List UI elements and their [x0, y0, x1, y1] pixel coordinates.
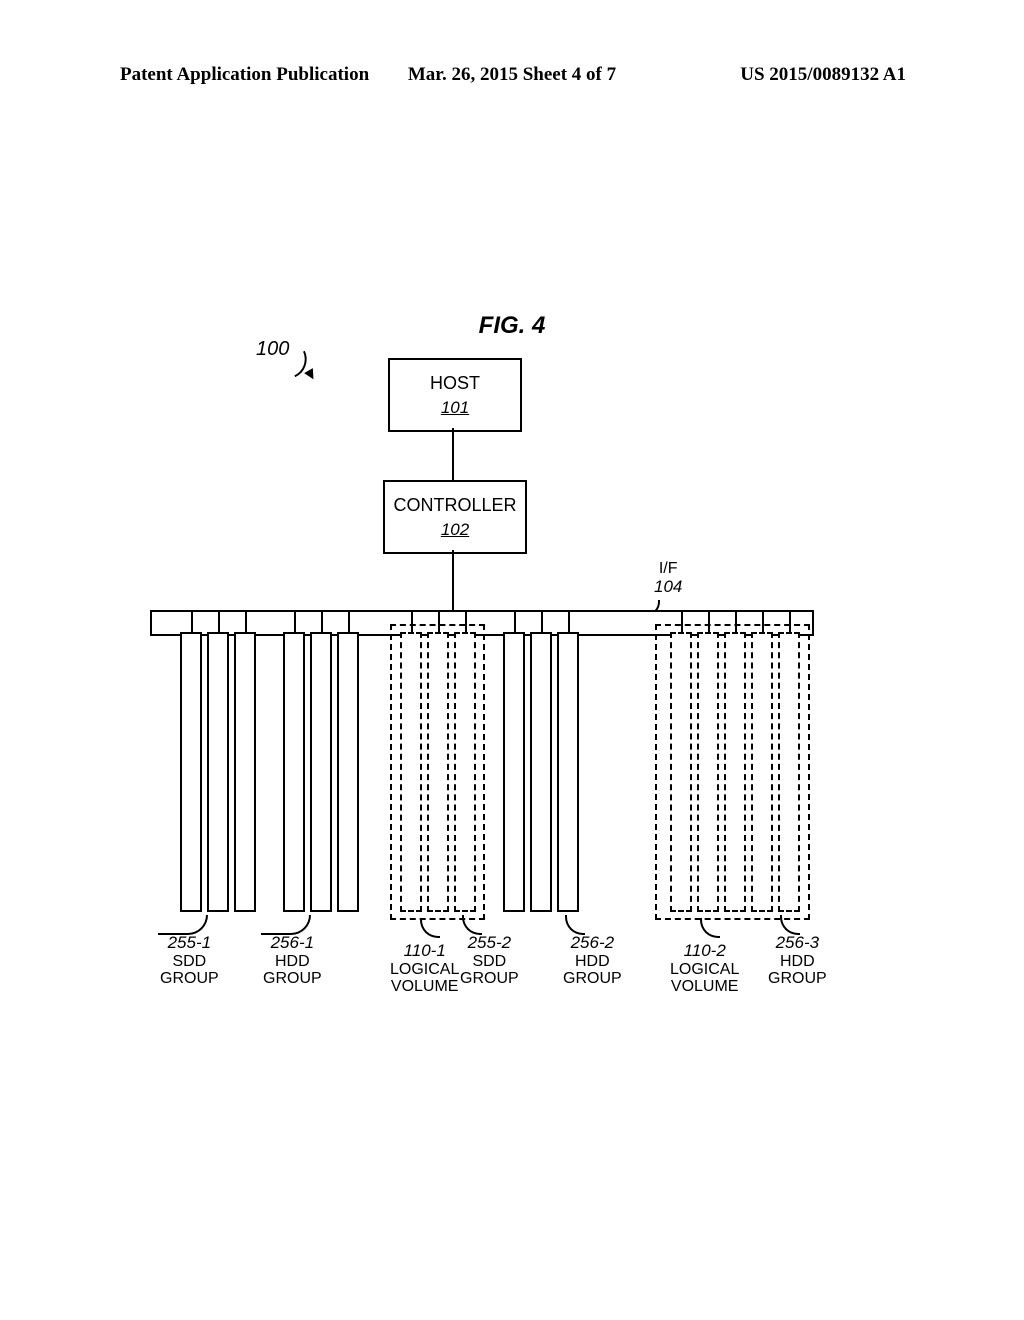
group-line2: GROUP [768, 970, 827, 988]
page: Patent Application Publication Mar. 26, … [0, 0, 1024, 1320]
group-line2: GROUP [263, 970, 322, 988]
connector-line [294, 610, 296, 632]
interface-ref: 104 [654, 578, 682, 597]
drive-icon [530, 632, 552, 912]
callout-curve-icon [261, 915, 311, 935]
logvol-line2: VOLUME [390, 978, 459, 996]
callout-curve-icon [780, 915, 800, 935]
figure-title: FIG. 4 [479, 312, 546, 340]
callout-curve-icon [420, 918, 440, 938]
drive-icon [670, 632, 692, 912]
figure-4: FIG. 4 100 HOST 101 CONTROLLER 102 I/F 1… [0, 0, 1024, 1320]
connector-line [568, 610, 570, 632]
connector-line [321, 610, 323, 632]
interface-label: I/F 104 [654, 560, 682, 596]
connector-line [789, 610, 791, 632]
logvol-line2: VOLUME [670, 978, 739, 996]
drive-icon [778, 632, 800, 912]
drive-icon [697, 632, 719, 912]
connector-line [411, 610, 413, 632]
group-ref: 255-2 [460, 934, 519, 953]
logvol-ref: 110-2 [670, 942, 739, 961]
group-ref: 256-3 [768, 934, 827, 953]
logical-volume-1-label: 110-1 LOGICAL VOLUME [390, 942, 459, 996]
drive-icon [234, 632, 256, 912]
drive-icon [207, 632, 229, 912]
drive-icon [724, 632, 746, 912]
logvol-ref: 110-1 [390, 942, 459, 961]
drive-icon [751, 632, 773, 912]
drive-icon [283, 632, 305, 912]
connector-line [708, 610, 710, 632]
interface-text: I/F [654, 560, 682, 578]
group-label: 256-1 HDD GROUP [263, 934, 322, 988]
connector-line [218, 610, 220, 632]
drive-icon [503, 632, 525, 912]
drive-icon [180, 632, 202, 912]
group-line1: HDD [563, 953, 622, 971]
group-line2: GROUP [160, 970, 219, 988]
drive-icon [400, 632, 422, 912]
connector-line [452, 550, 454, 612]
drive-icon [310, 632, 332, 912]
callout-curve-icon [565, 915, 585, 935]
drive-icon [427, 632, 449, 912]
connector-line [191, 610, 193, 632]
connector-line [514, 610, 516, 632]
group-label: 255-2 SDD GROUP [460, 934, 519, 988]
drive-icon [454, 632, 476, 912]
connector-line [465, 610, 467, 632]
logical-volume-2-label: 110-2 LOGICAL VOLUME [670, 942, 739, 996]
group-line1: HDD [263, 953, 322, 971]
connector-line [681, 610, 683, 632]
callout-curve-icon [158, 915, 208, 935]
group-line1: SDD [160, 953, 219, 971]
host-ref: 101 [441, 398, 469, 418]
group-ref: 256-1 [263, 934, 322, 953]
controller-ref: 102 [441, 520, 469, 540]
host-label: HOST [430, 373, 480, 394]
connector-line [245, 610, 247, 632]
connector-line [762, 610, 764, 632]
controller-box: CONTROLLER 102 [383, 480, 527, 554]
logvol-line1: LOGICAL [670, 961, 739, 979]
connector-line [348, 610, 350, 632]
group-line2: GROUP [460, 970, 519, 988]
group-label: 255-1 SDD GROUP [160, 934, 219, 988]
connector-line [735, 610, 737, 632]
system-ref-label: 100 [256, 338, 289, 361]
controller-label: CONTROLLER [393, 495, 516, 516]
group-label: 256-2 HDD GROUP [563, 934, 622, 988]
group-line1: SDD [460, 953, 519, 971]
drive-groups: 255-1 SDD GROUP 256-1 HDD GROUP [0, 632, 1024, 992]
group-ref: 256-2 [563, 934, 622, 953]
drive-icon [337, 632, 359, 912]
drive-icon [557, 632, 579, 912]
group-ref: 255-1 [160, 934, 219, 953]
callout-curve-icon [700, 918, 720, 938]
group-line1: HDD [768, 953, 827, 971]
group-line2: GROUP [563, 970, 622, 988]
group-label: 256-3 HDD GROUP [768, 934, 827, 988]
logvol-line1: LOGICAL [390, 961, 459, 979]
connector-line [452, 428, 454, 480]
callout-curve-icon [462, 915, 482, 935]
connector-line [438, 610, 440, 632]
host-box: HOST 101 [388, 358, 522, 432]
connector-line [541, 610, 543, 632]
arrow-icon [288, 348, 318, 378]
